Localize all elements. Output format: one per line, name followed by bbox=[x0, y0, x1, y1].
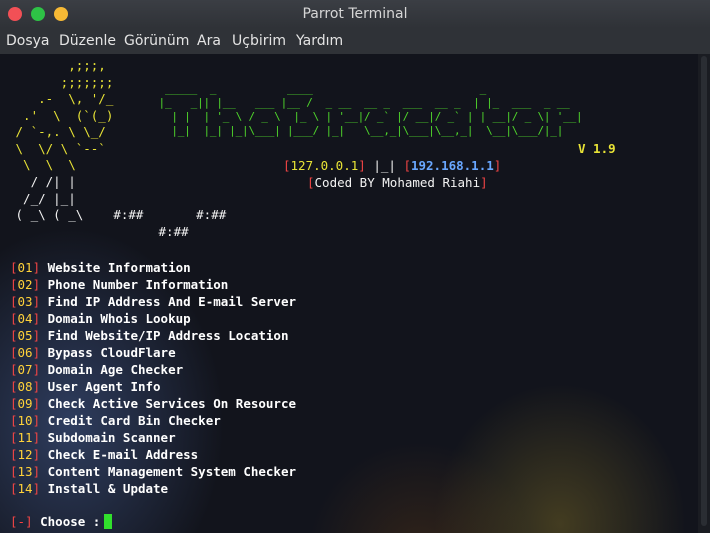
prompt-marker: - bbox=[17, 514, 26, 529]
menu-option[interactable]: [08] User Agent Info bbox=[10, 378, 161, 395]
option-label: Check E-mail Address bbox=[47, 447, 199, 462]
menu-option[interactable]: [05] Find Website/IP Address Location bbox=[10, 327, 288, 344]
author-credit: Coded BY Mohamed Riahi bbox=[314, 175, 481, 190]
option-label: Website Information bbox=[47, 260, 191, 275]
option-number: 10 bbox=[17, 413, 33, 428]
window-title: Parrot Terminal bbox=[302, 6, 408, 22]
title-bar: Parrot Terminal bbox=[0, 0, 710, 28]
prompt-label: Choose : bbox=[40, 514, 101, 529]
option-number: 12 bbox=[17, 447, 33, 462]
ip-line: [127.0.0.1] |_| [192.168.1.1] bbox=[283, 158, 502, 173]
option-label: Subdomain Scanner bbox=[47, 430, 176, 445]
menu-option[interactable]: [01] Website Information bbox=[10, 259, 191, 276]
option-number: 09 bbox=[17, 396, 33, 411]
option-number: 04 bbox=[17, 311, 33, 326]
menu-gorunum[interactable]: Görünüm bbox=[124, 32, 189, 50]
menu-option[interactable]: [06] Bypass CloudFlare bbox=[10, 344, 176, 361]
option-label: Find Website/IP Address Location bbox=[47, 328, 289, 343]
parrot-ascii-top: ,;;;, ;;;;;;; .- \, '/_ .' \ (`(_) / `-,… bbox=[15, 58, 114, 172]
menu-option[interactable]: [14] Install & Update bbox=[10, 480, 168, 497]
option-number: 06 bbox=[17, 345, 33, 360]
menu-option[interactable]: [13] Content Management System Checker bbox=[10, 463, 296, 480]
option-number: 02 bbox=[17, 277, 33, 292]
menu-option[interactable]: [02] Phone Number Information bbox=[10, 276, 228, 293]
option-label: Find IP Address And E-mail Server bbox=[47, 294, 297, 309]
option-label: Content Management System Checker bbox=[47, 464, 297, 479]
menu-bar: Dosya Düzenle Görünüm Ara Uçbirim Yardım bbox=[0, 28, 710, 54]
option-label: Credit Card Bin Checker bbox=[47, 413, 221, 428]
terminal-window: Parrot Terminal Dosya Düzenle Görünüm Ar… bbox=[0, 0, 710, 533]
scrollbar-thumb[interactable] bbox=[701, 56, 707, 526]
local-ip: 127.0.0.1 bbox=[290, 158, 359, 173]
option-label: Domain Whois Lookup bbox=[47, 311, 191, 326]
menu-yardim[interactable]: Yardım bbox=[296, 32, 343, 50]
option-number: 03 bbox=[17, 294, 33, 309]
option-number: 05 bbox=[17, 328, 33, 343]
text-cursor bbox=[104, 514, 113, 529]
minimize-window-button[interactable] bbox=[31, 7, 45, 21]
menu-option[interactable]: [10] Credit Card Bin Checker bbox=[10, 412, 221, 429]
option-label: Domain Age Checker bbox=[47, 362, 184, 377]
option-label: User Agent Info bbox=[47, 379, 161, 394]
menu-ucbirim[interactable]: Uçbirim bbox=[232, 32, 286, 50]
option-number: 01 bbox=[17, 260, 33, 275]
menu-option[interactable]: [04] Domain Whois Lookup bbox=[10, 310, 191, 327]
option-number: 08 bbox=[17, 379, 33, 394]
option-label: Check Active Services On Resource bbox=[47, 396, 297, 411]
option-number: 07 bbox=[17, 362, 33, 377]
menu-option[interactable]: [07] Domain Age Checker bbox=[10, 361, 183, 378]
input-prompt[interactable]: [-] Choose : bbox=[10, 513, 113, 530]
option-label: Bypass CloudFlare bbox=[47, 345, 176, 360]
option-label: Phone Number Information bbox=[47, 277, 229, 292]
option-number: 14 bbox=[17, 481, 33, 496]
ip-separator: |_| bbox=[373, 158, 396, 173]
scrollbar[interactable] bbox=[698, 54, 710, 533]
version-label: V 1.9 bbox=[578, 141, 616, 156]
public-ip: 192.168.1.1 bbox=[410, 158, 494, 173]
close-window-button[interactable] bbox=[8, 7, 22, 21]
parrot-ascii-bottom: / /| | /_/ |_| ( _\ ( _\ #:## #:## #:## bbox=[15, 174, 227, 239]
menu-option[interactable]: [09] Check Active Services On Resource bbox=[10, 395, 296, 412]
menu-ara[interactable]: Ara bbox=[197, 32, 221, 50]
menu-duzenle[interactable]: Düzenle bbox=[59, 32, 116, 50]
menu-option[interactable]: [12] Check E-mail Address bbox=[10, 446, 198, 463]
tool-logo: _____ _ ____ _ |_ _|| |__ ___ |__ / _ __… bbox=[158, 82, 583, 137]
menu-option[interactable]: [03] Find IP Address And E-mail Server bbox=[10, 293, 296, 310]
option-number: 13 bbox=[17, 464, 33, 479]
option-number: 11 bbox=[17, 430, 33, 445]
terminal-output[interactable]: ,;;;, ;;;;;;; .- \, '/_ .' \ (`(_) / `-,… bbox=[0, 54, 698, 533]
maximize-window-button[interactable] bbox=[54, 7, 68, 21]
menu-option[interactable]: [11] Subdomain Scanner bbox=[10, 429, 176, 446]
credit-line: [Coded BY Mohamed Riahi] bbox=[307, 175, 488, 190]
option-label: Install & Update bbox=[47, 481, 169, 496]
menu-dosya[interactable]: Dosya bbox=[6, 32, 50, 50]
